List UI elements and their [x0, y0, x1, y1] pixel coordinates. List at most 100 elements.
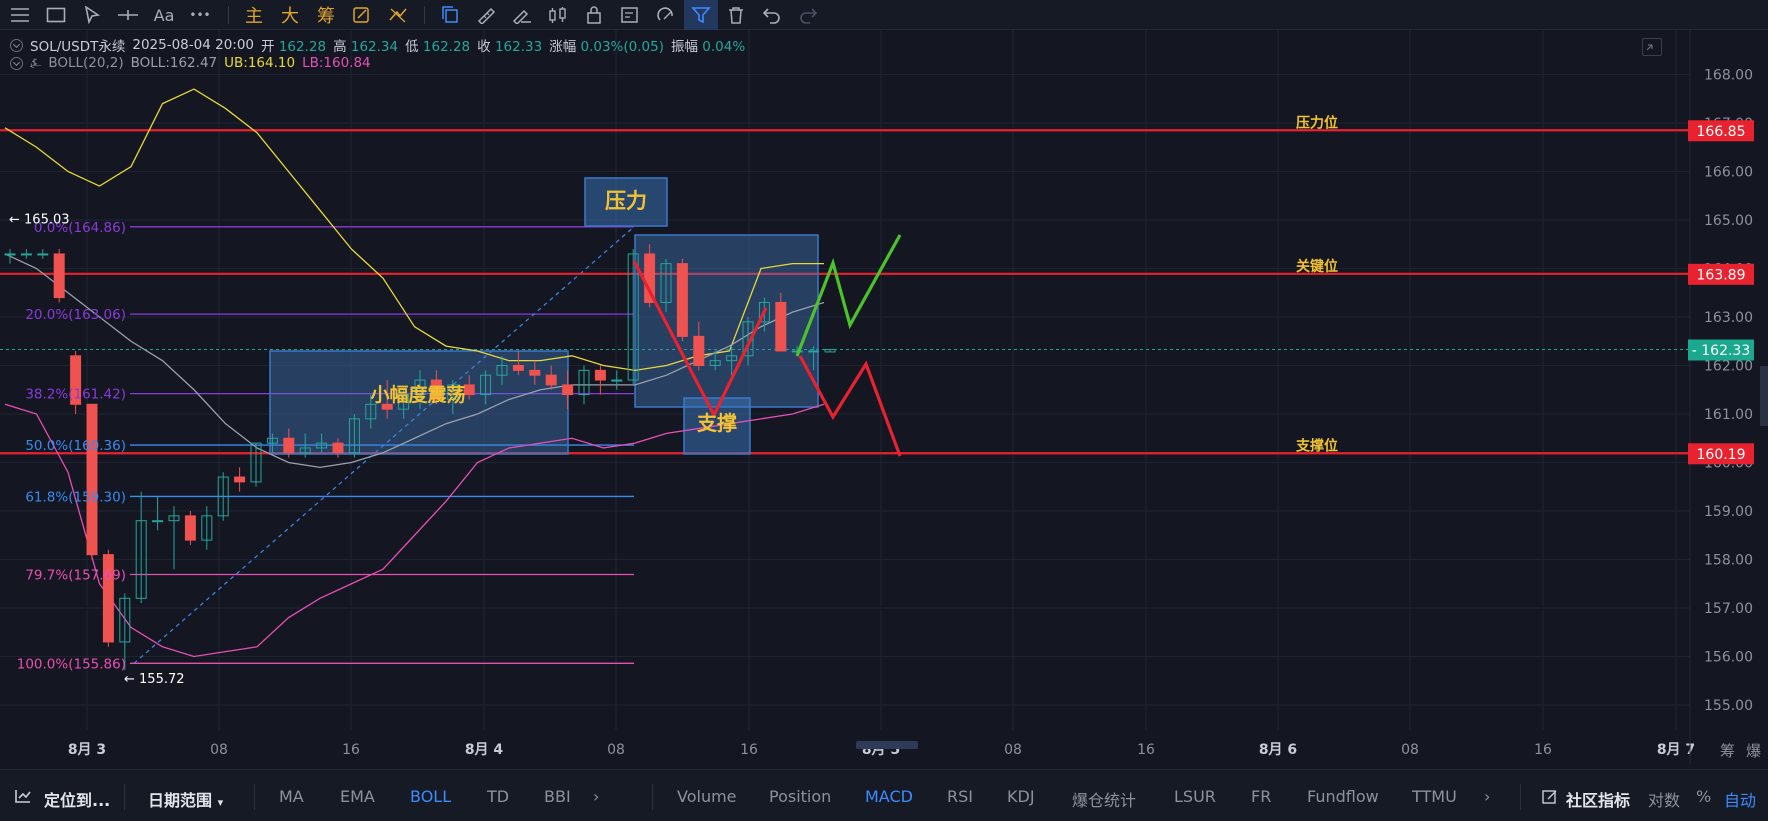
chevron-right-icon[interactable]: ›: [1484, 787, 1490, 806]
fullscreen-icon[interactable]: [1642, 38, 1662, 56]
price-tick-label: 157.00: [1704, 601, 1753, 617]
bar-divider: [652, 784, 653, 810]
amplitude-value: 0.04%: [702, 39, 746, 55]
note-icon[interactable]: [618, 3, 642, 27]
indicator-fr[interactable]: FR: [1251, 787, 1271, 806]
candle-body: [512, 365, 524, 371]
candle-body: [53, 253, 65, 299]
liquidation-toggle[interactable]: 爆: [1746, 740, 1761, 761]
candle-type-icon[interactable]: [546, 3, 570, 27]
community-indicators-button[interactable]: 社区指标: [1566, 787, 1630, 811]
fib-level-label: 79.7%(157.69): [25, 568, 126, 584]
high-value: 162.34: [350, 39, 399, 55]
pressure-annotation: 压力: [605, 189, 647, 213]
candle-body: [775, 301, 787, 352]
date-range-button[interactable]: 日期范围 ▾: [148, 787, 223, 811]
menu-icon[interactable]: [8, 3, 32, 27]
indicator-td[interactable]: TD: [487, 787, 509, 806]
toolbar-divider: [424, 6, 425, 24]
candle-body: [676, 263, 688, 337]
collapse-icon[interactable]: [10, 56, 23, 70]
indicator-ttmu[interactable]: TTMU: [1412, 787, 1457, 806]
time-tick-label: 16: [1137, 742, 1155, 758]
horizontal-line-icon[interactable]: [116, 3, 140, 27]
time-tick-label: 8月 3: [68, 742, 106, 758]
indicator-macd[interactable]: MACD: [865, 787, 913, 806]
more-icon[interactable]: •••: [188, 3, 212, 27]
candle-body: [463, 384, 475, 396]
boll-ub-value: UB:164.10: [224, 55, 296, 71]
bar-divider: [124, 784, 125, 810]
indicator-volume[interactable]: Volume: [677, 787, 737, 806]
text-tool-icon[interactable]: Aa: [152, 3, 176, 27]
rectangle-icon[interactable]: [44, 3, 68, 27]
key-level-label: 关键位: [1296, 258, 1338, 275]
price-tick-label: 163.00: [1704, 310, 1753, 326]
key-level-price-value: 166.85: [1697, 124, 1746, 140]
candle-body: [283, 437, 295, 454]
fib-level-label: 38.2%(161.42): [25, 387, 126, 403]
indicator-ema[interactable]: EMA: [340, 787, 375, 806]
price-tick-label: 158.00: [1704, 553, 1753, 569]
indicator-kdj[interactable]: KDJ: [1007, 787, 1035, 806]
edit-chart-icon[interactable]: [350, 3, 374, 27]
undo-icon[interactable]: [760, 3, 784, 27]
key-level-label: 压力位: [1296, 114, 1338, 131]
pen-icon[interactable]: [510, 3, 534, 27]
axis-scroll-handle: [1760, 366, 1768, 426]
candle-body: [808, 350, 820, 353]
candle-body: [37, 253, 49, 256]
candle-body: [562, 384, 574, 396]
percent-scale-toggle[interactable]: %: [1696, 787, 1711, 806]
magnet-icon[interactable]: [654, 3, 678, 27]
indicator-fundflow[interactable]: Fundflow: [1307, 787, 1379, 806]
indicator-ma[interactable]: MA: [279, 787, 304, 806]
indicator-bbi[interactable]: BBI: [544, 787, 571, 806]
chips-button[interactable]: 筹: [314, 3, 338, 27]
copy-icon[interactable]: [438, 3, 462, 27]
toolbar-divider: [228, 6, 229, 24]
log-scale-toggle[interactable]: 对数: [1648, 787, 1680, 811]
locate-button[interactable]: 定位到...: [44, 787, 110, 811]
indicator-bar: 定位到... 日期范围 ▾ MA EMA BOLL TD BBI › Volum…: [0, 769, 1768, 821]
boll-name: BOLL(20,2): [48, 55, 124, 71]
swing-high-label: ← 165.03: [9, 213, 70, 228]
indicator-liquidation[interactable]: 爆仓统计: [1072, 787, 1136, 811]
auto-scale-toggle[interactable]: 自动: [1724, 787, 1756, 811]
price-chart[interactable]: 0.0%(164.86)20.0%(163.06)38.2%(161.42)50…: [0, 30, 1768, 764]
indicator-lsur[interactable]: LSUR: [1174, 787, 1216, 806]
bar-divider: [254, 784, 255, 810]
close-label: 收: [477, 39, 491, 55]
edit-indicator-icon[interactable]: [1542, 789, 1558, 809]
big-button[interactable]: 大: [278, 3, 302, 27]
compare-icon[interactable]: [386, 3, 410, 27]
fib-level-label: 100.0%(155.86): [17, 656, 126, 672]
chips-toggle[interactable]: 筹: [1720, 740, 1735, 761]
collapse-icon[interactable]: [10, 38, 23, 52]
high-label: 高: [333, 39, 347, 55]
bar-divider: [1520, 784, 1521, 810]
trash-icon[interactable]: [724, 3, 748, 27]
candle-body: [594, 369, 606, 381]
candle-body: [693, 335, 705, 366]
ruler-icon[interactable]: [474, 3, 498, 27]
indicator-position[interactable]: Position: [769, 787, 831, 806]
low-value: 162.28: [422, 39, 471, 55]
locate-icon[interactable]: [14, 788, 32, 808]
time-tick-label: 08: [1004, 742, 1022, 758]
indicator-rsi[interactable]: RSI: [947, 787, 973, 806]
filter-icon[interactable]: [684, 0, 718, 30]
boll-mid-value: BOLL:162.47: [130, 55, 218, 71]
main-chart-button[interactable]: 主: [242, 3, 266, 27]
candle-body: [529, 369, 541, 376]
indicator-boll[interactable]: BOLL: [410, 787, 451, 806]
lock-icon[interactable]: [582, 3, 606, 27]
time-tick-label: 08: [210, 742, 228, 758]
cursor-icon[interactable]: [80, 3, 104, 27]
chevron-right-icon[interactable]: ›: [593, 787, 599, 806]
grid: [0, 30, 1690, 730]
bell-icon[interactable]: ⍼: [30, 56, 41, 71]
chart-area[interactable]: 0.0%(164.86) 20.0%(163.06) 38.2%(161.42) 50…: [0, 30, 1768, 764]
redo-icon[interactable]: [796, 3, 820, 27]
time-tick-label: 08: [607, 742, 625, 758]
